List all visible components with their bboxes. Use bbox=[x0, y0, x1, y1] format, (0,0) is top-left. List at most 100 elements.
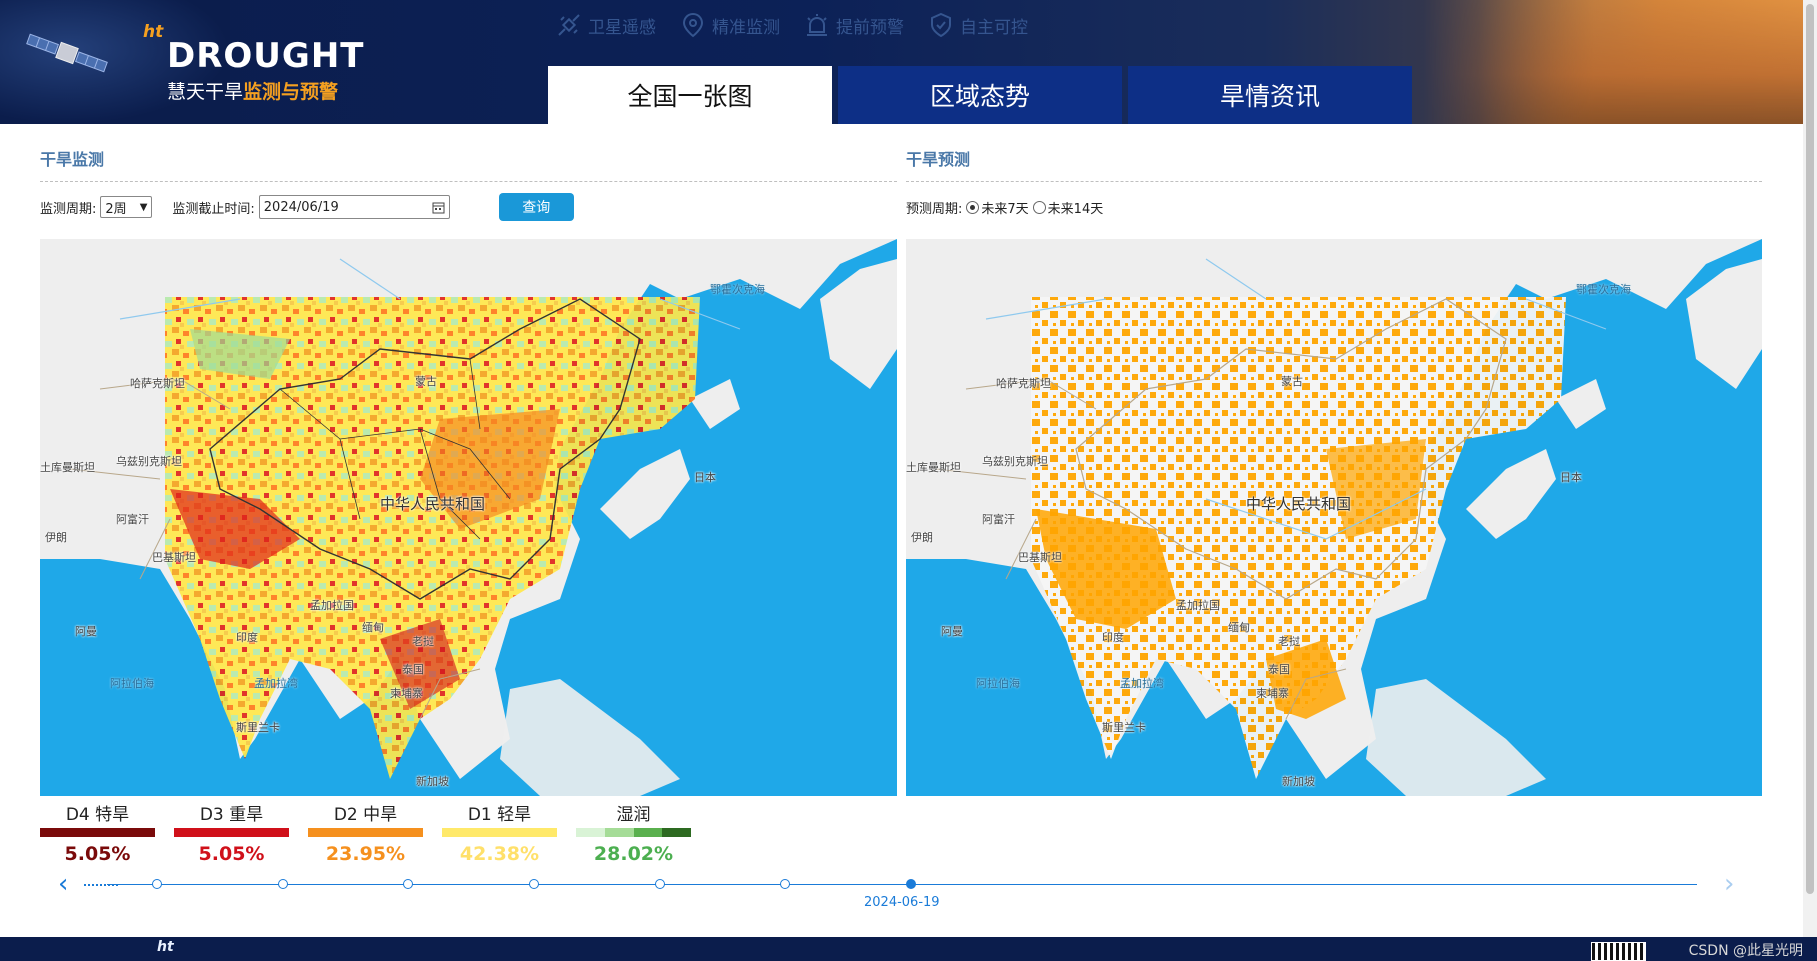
legend-percent: 5.05% bbox=[64, 843, 131, 865]
alarm-icon bbox=[807, 14, 827, 36]
feature-bar: 卫星遥感 精准监测 提前预警 自主可控 bbox=[556, 12, 1028, 38]
footer: ht CSDN @此星光明 bbox=[0, 937, 1817, 961]
legend-percent: 23.95% bbox=[325, 843, 406, 865]
map-label-kazakhstan: 哈萨克斯坦 bbox=[130, 377, 185, 390]
feature-satellite: 卫星遥感 bbox=[556, 12, 656, 38]
map-label-turkmenistan: 土库曼斯坦 bbox=[40, 461, 95, 474]
map-label-laos: 老挝 bbox=[412, 635, 434, 648]
panel-title: 干旱预测 bbox=[906, 140, 1762, 182]
legend-swatch bbox=[442, 828, 557, 837]
feature-warning: 提前预警 bbox=[804, 12, 904, 38]
drought-legend: D4 特旱 5.05% D3 重旱 5.05% D2 中旱 23.95% D1 … bbox=[40, 804, 691, 865]
feature-monitoring: 精准监测 bbox=[680, 12, 780, 38]
radio-7-days[interactable]: 未来7天 bbox=[966, 198, 1029, 217]
legend-wet: 湿润 28.02% bbox=[576, 804, 691, 865]
map-label-pakistan: 巴基斯坦 bbox=[1018, 551, 1062, 564]
scrollbar-thumb[interactable] bbox=[1806, 4, 1814, 894]
map-label-bay-of-bengal: 孟加拉湾 bbox=[1120, 677, 1164, 690]
map-label-china: 中华人民共和国 bbox=[1246, 495, 1352, 513]
map-canvas bbox=[40, 239, 897, 796]
legend-d4: D4 特旱 5.05% bbox=[40, 804, 155, 865]
location-pin-icon bbox=[682, 12, 704, 38]
map-label-afghanistan: 阿富汗 bbox=[982, 513, 1015, 526]
legend-d3: D3 重旱 5.05% bbox=[174, 804, 289, 865]
timeline-node[interactable] bbox=[403, 879, 413, 889]
cracked-earth-background bbox=[1423, 0, 1803, 124]
header: ht DROUGHT 慧天干旱监测与预警 卫星遥感 精准监测 提前预警 自主可控… bbox=[0, 0, 1803, 124]
logo-brand: DROUGHT bbox=[167, 36, 365, 76]
legend-swatch bbox=[174, 828, 289, 837]
timeline-node[interactable] bbox=[152, 879, 162, 889]
qr-code-icon bbox=[1591, 942, 1646, 961]
feature-control: 自主可控 bbox=[928, 12, 1028, 38]
legend-d2: D2 中旱 23.95% bbox=[308, 804, 423, 865]
radio-dot[interactable] bbox=[1032, 200, 1046, 214]
timeline-node[interactable] bbox=[655, 879, 665, 889]
map-label-sri-lanka: 斯里兰卡 bbox=[236, 721, 280, 734]
vertical-scrollbar[interactable] bbox=[1803, 0, 1817, 937]
forecast-controls: 预测周期: 未来7天 未来14天 bbox=[906, 193, 1762, 221]
map-label-okhotsk: 鄂霍次克海 bbox=[710, 283, 765, 296]
period-label: 监测周期: bbox=[40, 201, 97, 217]
query-button[interactable]: 查询 bbox=[498, 193, 574, 221]
legend-swatch bbox=[576, 828, 691, 837]
map-label-iran: 伊朗 bbox=[911, 531, 933, 544]
timeline-node[interactable] bbox=[278, 879, 288, 889]
end-date-input[interactable]: 2024/06/19 bbox=[258, 195, 450, 219]
timeline-node[interactable] bbox=[529, 879, 539, 889]
legend-percent: 28.02% bbox=[593, 843, 674, 865]
drought-forecast-panel: 干旱预测 预测周期: 未来7天 未来14天 鄂霍次克海 哈萨克斯坦 蒙古 乌兹别… bbox=[906, 140, 1762, 796]
map-label-sri-lanka: 斯里兰卡 bbox=[1102, 721, 1146, 734]
monitor-controls: 监测周期: 2周 ▼ 监测截止时间: 2024/06/19 查询 bbox=[40, 193, 897, 221]
satellite-icon bbox=[558, 14, 580, 36]
map-label-mongolia: 蒙古 bbox=[1281, 375, 1303, 388]
watermark: CSDN @此星光明 bbox=[1688, 943, 1803, 959]
legend-swatch bbox=[40, 828, 155, 837]
map-label-singapore: 新加坡 bbox=[416, 775, 449, 788]
shield-icon bbox=[931, 12, 951, 38]
tab-national-map[interactable]: 全国一张图 bbox=[548, 66, 832, 124]
map-label-mongolia: 蒙古 bbox=[415, 375, 437, 388]
map-label-japan: 日本 bbox=[1560, 471, 1582, 484]
footer-logo: ht bbox=[157, 939, 174, 955]
map-label-bangladesh: 孟加拉国 bbox=[310, 599, 354, 612]
panel-title: 干旱监测 bbox=[40, 140, 897, 182]
map-label-iran: 伊朗 bbox=[45, 531, 67, 544]
map-label-cambodia: 柬埔寨 bbox=[1256, 687, 1289, 700]
radio-dot[interactable] bbox=[966, 200, 980, 214]
drought-monitor-map[interactable]: 鄂霍次克海 哈萨克斯坦 蒙古 乌兹别克斯坦 土库曼斯坦 日本 中华人民共和国 阿… bbox=[40, 239, 897, 796]
legend-percent: 42.38% bbox=[459, 843, 540, 865]
legend-d1: D1 轻旱 42.38% bbox=[442, 804, 557, 865]
legend-percent: 5.05% bbox=[198, 843, 265, 865]
map-label-oman: 阿曼 bbox=[941, 625, 963, 638]
map-label-thailand: 泰国 bbox=[402, 663, 424, 676]
map-label-cambodia: 柬埔寨 bbox=[390, 687, 423, 700]
period-select[interactable]: 2周 ▼ bbox=[100, 196, 153, 218]
map-label-myanmar: 缅甸 bbox=[1228, 621, 1250, 634]
map-label-myanmar: 缅甸 bbox=[362, 621, 384, 634]
drought-monitor-panel: 干旱监测 监测周期: 2周 ▼ 监测截止时间: 2024/06/19 查询 鄂霍… bbox=[40, 140, 897, 796]
map-label-laos: 老挝 bbox=[1278, 635, 1300, 648]
calendar-icon[interactable] bbox=[432, 201, 445, 214]
map-label-uzbekistan: 乌兹别克斯坦 bbox=[116, 455, 182, 468]
tab-drought-news[interactable]: 旱情资讯 bbox=[1128, 66, 1412, 124]
map-label-india: 印度 bbox=[236, 631, 258, 644]
tab-regional-trend[interactable]: 区域态势 bbox=[838, 66, 1122, 124]
map-label-arabian-sea: 阿拉伯海 bbox=[976, 677, 1020, 690]
radio-14-days[interactable]: 未来14天 bbox=[1032, 198, 1103, 217]
timeline-node[interactable] bbox=[780, 879, 790, 889]
map-label-china: 中华人民共和国 bbox=[380, 495, 486, 513]
timeline-prev-arrow-icon[interactable]: ‹ bbox=[58, 871, 68, 897]
map-label-bangladesh: 孟加拉国 bbox=[1176, 599, 1220, 612]
timeline-node-current[interactable] bbox=[906, 879, 916, 889]
map-label-kazakhstan: 哈萨克斯坦 bbox=[996, 377, 1051, 390]
map-label-afghanistan: 阿富汗 bbox=[116, 513, 149, 526]
map-label-arabian-sea: 阿拉伯海 bbox=[110, 677, 154, 690]
map-label-uzbekistan: 乌兹别克斯坦 bbox=[982, 455, 1048, 468]
satellite-icon bbox=[26, 33, 108, 73]
map-label-bay-of-bengal: 孟加拉湾 bbox=[254, 677, 298, 690]
map-label-turkmenistan: 土库曼斯坦 bbox=[906, 461, 961, 474]
drought-forecast-map[interactable]: 鄂霍次克海 哈萨克斯坦 蒙古 乌兹别克斯坦 土库曼斯坦 日本 中华人民共和国 阿… bbox=[906, 239, 1762, 796]
map-label-japan: 日本 bbox=[694, 471, 716, 484]
timeline-next-arrow-icon[interactable]: › bbox=[1724, 871, 1734, 897]
